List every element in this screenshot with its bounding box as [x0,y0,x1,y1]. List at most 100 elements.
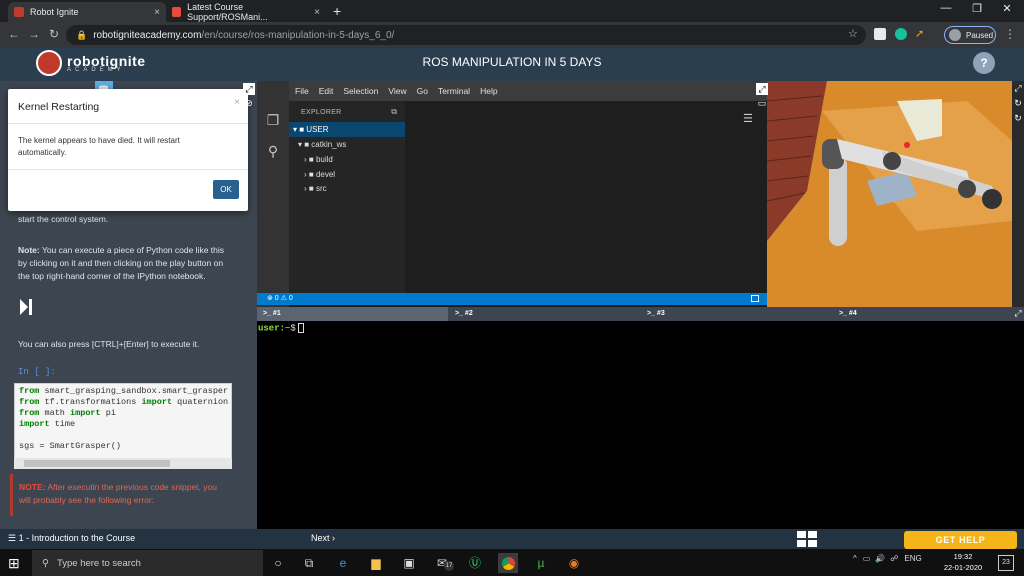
cursor [297,323,304,333]
explorer-header: EXPLORER [301,109,342,116]
course-unit-selector[interactable]: ☰ 1 - Introduction to the Course [8,533,135,544]
problems-count[interactable]: ⊗ 0 ⚠ 0 [267,295,293,302]
clock-time: 19:32 [953,552,973,561]
code-line: import time [19,419,76,429]
terminal-tab-4[interactable]: >_ #4 [833,307,1013,321]
clock[interactable]: 19:32 22-01-2020 [940,551,986,573]
cortana-icon[interactable]: ○ [268,553,288,573]
vlc-icon[interactable]: ◉ [564,553,584,573]
monitor-icon[interactable]: ▭ [756,98,768,110]
network-icon[interactable]: ☍ [890,554,898,563]
tree-item-catkin-ws[interactable]: ▾ ■ catkin_ws [298,140,346,149]
files-icon[interactable]: ❐ [257,112,289,129]
dialog-title: Kernel Restarting [18,101,100,113]
minimize-button[interactable]: — [931,2,961,14]
url-host: robotigniteacademy.com [93,29,202,41]
store-icon[interactable]: ▣ [399,553,419,573]
tree-item-src[interactable]: › ■ src [304,184,327,193]
expand-icon[interactable]: ⤢ [756,83,768,95]
tree-label: catkin_ws [311,140,347,149]
note-text: You can execute a piece of Python code l… [18,245,225,281]
collapse-all-icon[interactable]: ⧉ [391,107,397,117]
menu-go[interactable]: Go [417,86,428,96]
robotignite-logo[interactable]: robotignite ACADEMY [36,50,146,76]
tree-item-build[interactable]: › ■ build [304,155,333,164]
bookmark-star-icon[interactable]: ☆ [848,27,858,40]
panel-toggle-icon[interactable] [751,295,759,302]
help-button[interactable]: ? [973,52,995,74]
scrollbar-thumb[interactable] [24,460,170,467]
course-bottom-bar [0,529,1024,549]
menu-help[interactable]: Help [480,86,497,96]
file-explorer-icon[interactable]: ▆ [366,553,386,573]
task-view-icon[interactable]: ⧉ [299,553,319,573]
restore-button[interactable]: ❐ [962,2,992,15]
hide-icon[interactable]: ⊘ [243,98,255,110]
next-button[interactable]: Next › [311,533,335,543]
expand-icon[interactable]: ⤢ [243,83,255,95]
refresh-icon[interactable]: ↻ [1012,113,1024,125]
edge-icon[interactable]: e [333,553,353,573]
close-window-button[interactable]: ✕ [992,2,1022,15]
notifications-icon[interactable]: 23 [998,555,1014,571]
chevron-up-icon[interactable]: ^ [853,554,857,563]
back-button[interactable]: ← [6,27,22,41]
menu-file[interactable]: File [295,86,309,96]
menu-selection[interactable]: Selection [343,86,378,96]
windows-start-icon[interactable]: ⊞ [8,555,20,572]
refresh-icon[interactable]: ↻ [1012,98,1024,110]
address-bar[interactable]: 🔒 robotigniteacademy.com /en/course/ros-… [66,25,866,45]
terminal-tab-2[interactable]: >_ #2 [449,307,639,321]
divider [8,123,248,124]
note-callout: NOTE: After executin the previous code s… [10,474,234,516]
forum-favicon-icon [172,7,182,17]
expand-icon[interactable]: ⤢ [1012,83,1024,95]
tree-root: ▾ ■ USER [293,125,329,134]
kernel-restarting-dialog: Kernel Restarting × The kernel appears t… [8,89,248,211]
expand-icon[interactable]: ⤢ [1012,308,1024,320]
browser-tab-robot-ignite[interactable]: Robot Ignite × [8,2,166,22]
chrome-icon[interactable] [498,553,518,573]
layout-grid-icon[interactable] [797,531,817,547]
new-tab-button[interactable]: + [333,3,341,19]
volume-icon[interactable]: 🔊 [875,554,885,563]
tree-item-devel[interactable]: › ■ devel [304,170,335,179]
ok-button[interactable]: OK [213,180,239,199]
chrome-menu-icon[interactable]: ⋮ [1004,27,1016,41]
browser-tab-course-support[interactable]: Latest Course Support/ROSMani... × [166,2,326,22]
get-help-button[interactable]: GET HELP [904,531,1017,549]
menu-edit[interactable]: Edit [319,86,334,96]
extension-ext-icon[interactable]: ➚ [915,27,924,40]
battery-icon[interactable]: ▭ [863,554,871,563]
language-indicator[interactable]: ENG [904,554,921,563]
list-icon[interactable]: ☰ [743,112,753,125]
tree-label: USER [306,125,329,134]
taskbar-search[interactable]: ⚲ Type here to search [32,550,263,576]
close-tab-icon[interactable]: × [154,7,160,18]
editor-area[interactable] [405,101,767,293]
terminal-tab-1[interactable]: >_ #1 [257,307,448,321]
menu-terminal[interactable]: Terminal [438,86,470,96]
reload-button[interactable]: ↻ [46,27,62,41]
code-line: from math import pi [19,408,116,418]
extension-grammarly-icon[interactable] [895,28,907,40]
logo-icon [36,50,62,76]
forward-button[interactable]: → [26,27,42,41]
code-horizontal-scrollbar[interactable] [14,458,232,469]
search-icon[interactable]: ⚲ [257,143,289,160]
code-cell[interactable]: from smart_grasping_sandbox.smart_graspe… [14,383,232,469]
mail-icon[interactable]: ✉ 17 [432,553,454,573]
utorrent-icon[interactable]: µ [531,553,551,573]
lock-icon: 🔒 [76,29,88,40]
simulation-view[interactable] [766,81,1012,307]
menu-view[interactable]: View [388,86,406,96]
terminal[interactable]: user:~$ [257,321,1024,529]
upwork-icon[interactable]: Ⓤ [465,553,485,573]
shortcut-text: You can also press [CTRL]+[Enter] to exe… [18,339,200,349]
system-tray: ^ ▭ 🔊 ☍ ENG [853,554,922,563]
extension-pocket-icon[interactable] [874,28,886,40]
dialog-close-button[interactable]: × [234,97,240,108]
profile-paused-button[interactable]: Paused [944,26,996,44]
terminal-tab-3[interactable]: >_ #3 [641,307,831,321]
close-tab-icon[interactable]: × [314,7,320,18]
